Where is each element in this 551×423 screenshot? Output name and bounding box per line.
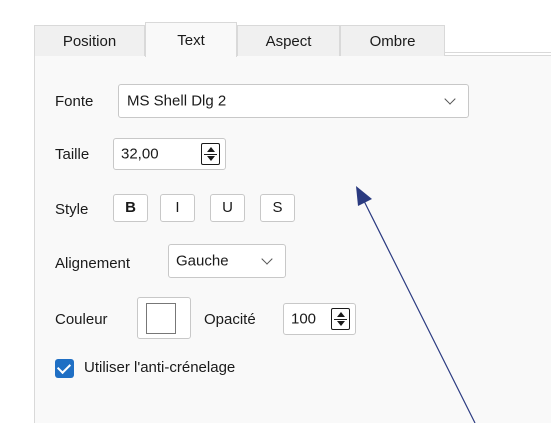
spin-divider [204,154,217,155]
color-swatch [146,303,176,334]
tab-aspect[interactable]: Aspect [237,25,340,56]
alignment-label: Alignement [55,255,131,272]
style-label: Style [55,201,89,218]
antialias-checkbox[interactable] [55,359,74,378]
font-value: MS Shell Dlg 2 [127,92,227,110]
tab-label: Position [62,32,117,50]
alignment-value: Gauche [176,252,229,270]
tab-text[interactable]: Text [145,22,237,57]
tab-ombre[interactable]: Ombre [340,25,445,56]
size-spin-buttons[interactable] [201,143,220,165]
tab-label: Text [177,31,205,49]
alignment-select[interactable]: Gauche [168,244,286,278]
strikethrough-button[interactable]: S [260,194,295,222]
spin-down-icon[interactable] [206,156,215,161]
tab-bar-baseline [445,52,551,53]
opacity-spin-buttons[interactable] [331,308,350,330]
color-picker-button[interactable] [137,297,191,339]
spin-up-icon[interactable] [206,147,215,152]
antialias-label: Utiliser l'anti-crénelage [84,359,236,376]
opacity-stepper[interactable]: 100 [283,303,356,335]
opacity-value: 100 [291,310,317,328]
spin-down-icon[interactable] [336,321,345,326]
chevron-down-icon [261,253,273,265]
opacity-label: Opacité [204,311,256,328]
size-stepper[interactable]: 32,00 [113,138,226,170]
font-label: Fonte [55,93,94,110]
tab-label: Aspect [265,32,312,50]
bold-button[interactable]: B [113,194,148,222]
font-select[interactable]: MS Shell Dlg 2 [118,84,469,118]
spin-up-icon[interactable] [336,312,345,317]
size-value: 32,00 [121,145,159,163]
tab-label: Ombre [369,32,416,50]
color-label: Couleur [55,311,108,328]
italic-button[interactable]: I [160,194,195,222]
chevron-down-icon [444,93,456,105]
tab-position[interactable]: Position [34,25,145,56]
size-label: Taille [55,146,90,163]
spin-divider [334,319,347,320]
underline-button[interactable]: U [210,194,245,222]
